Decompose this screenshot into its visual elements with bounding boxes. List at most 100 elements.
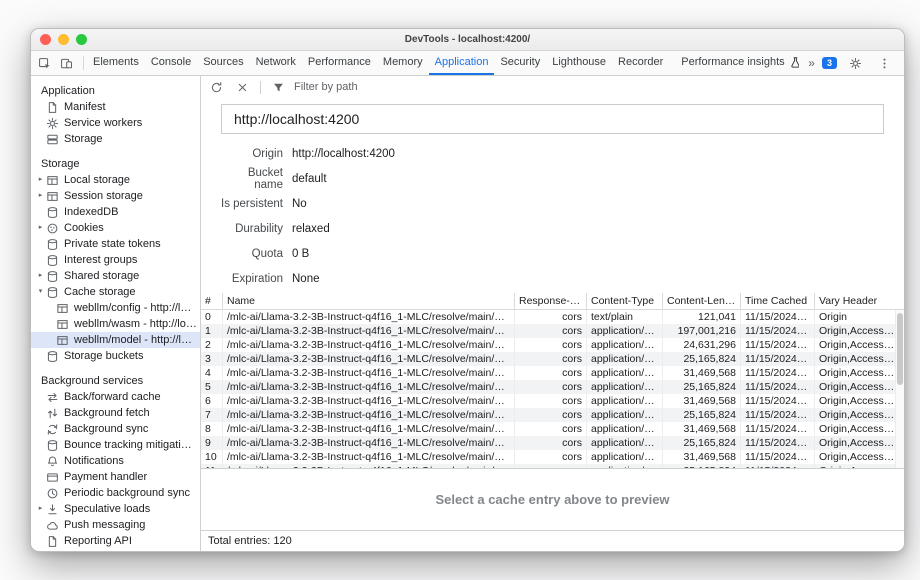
cache-entry-row[interactable]: 9/mlc-ai/Llama-3.2-3B-Instruct-q4f16_1-M… [201,436,904,450]
sidebar-item-session-storage[interactable]: ▸Session storage [31,188,200,204]
tab-recorder[interactable]: Recorder [612,51,669,75]
sidebar-item-webllm-config-http-loc[interactable]: webllm/config - http://loc… [31,300,200,316]
cache-entry-row[interactable]: 0/mlc-ai/Llama-3.2-3B-Instruct-q4f16_1-M… [201,310,904,324]
settings-gear-icon[interactable] [845,54,866,73]
column-header-response-type[interactable]: Response-Type [515,293,587,309]
sidebar-item-speculative-loads[interactable]: ▸Speculative loads [31,501,200,517]
cache-entry-row[interactable]: 6/mlc-ai/Llama-3.2-3B-Instruct-q4f16_1-M… [201,394,904,408]
sidebar-item-storage-buckets[interactable]: Storage buckets [31,348,200,364]
tab-performance-insights[interactable]: Performance insights [675,51,799,75]
tab-memory[interactable]: Memory [377,51,429,75]
devtools-body: ApplicationManifestService workersStorag… [31,76,904,551]
sidebar-item-storage[interactable]: Storage [31,131,200,147]
cell-content-length: 31,469,568 [663,422,741,436]
more-tabs-chevron-icon[interactable]: » [808,56,814,70]
column-header-vary-header[interactable]: Vary Header [815,293,904,309]
tab-application[interactable]: Application [429,51,495,75]
tab-security[interactable]: Security [494,51,546,75]
cache-origin-title: http://localhost:4200 [221,104,884,134]
close-window-button[interactable] [40,34,51,45]
cell-content-length: 24,631,296 [663,338,741,352]
cell-content-type: application/oc… [587,352,663,366]
sidebar-item-shared-storage[interactable]: ▸Shared storage [31,268,200,284]
sidebar-item-bounce-tracking-mitigations[interactable]: Bounce tracking mitigations [31,437,200,453]
cookie-icon [46,222,59,235]
sidebar-item-service-workers[interactable]: Service workers [31,115,200,131]
sidebar-item-label: Private state tokens [64,236,161,252]
sidebar-item-manifest[interactable]: Manifest [31,99,200,115]
cell-time-cached: 11/15/2024, 10… [741,366,815,380]
cache-entry-row[interactable]: 10/mlc-ai/Llama-3.2-3B-Instruct-q4f16_1-… [201,450,904,464]
tab-lighthouse[interactable]: Lighthouse [546,51,612,75]
sidebar-item-reporting-api[interactable]: Reporting API [31,533,200,549]
cache-entry-row[interactable]: 4/mlc-ai/Llama-3.2-3B-Instruct-q4f16_1-M… [201,366,904,380]
cell-content-type: application/oc… [587,422,663,436]
minimize-window-button[interactable] [58,34,69,45]
chevron-right-icon[interactable]: ▸ [35,268,46,284]
sidebar-item-label: Storage [64,131,103,147]
column-header-content-length[interactable]: Content-Length [663,293,741,309]
chevron-down-icon[interactable]: ▾ [35,284,46,300]
tab-elements[interactable]: Elements [87,51,145,75]
cell-response-type: cors [515,394,587,408]
sidebar-item-background-sync[interactable]: Background sync [31,421,200,437]
refresh-icon[interactable] [206,78,227,97]
tab-performance[interactable]: Performance [302,51,377,75]
sidebar-item-periodic-background-sync[interactable]: Periodic background sync [31,485,200,501]
sidebar-item-notifications[interactable]: Notifications [31,453,200,469]
chevron-right-icon[interactable]: ▸ [35,172,46,188]
report-field-origin: Originhttp://localhost:4200 [221,141,884,166]
device-toolbar-icon[interactable] [56,54,77,73]
tab-console[interactable]: Console [145,51,197,75]
inspect-element-icon[interactable] [34,54,55,73]
cell-time-cached: 11/15/2024, 10… [741,450,815,464]
cell-vary-header: Origin,Access… [815,338,904,352]
cache-entry-row[interactable]: 2/mlc-ai/Llama-3.2-3B-Instruct-q4f16_1-M… [201,338,904,352]
cache-entry-row[interactable]: 7/mlc-ai/Llama-3.2-3B-Instruct-q4f16_1-M… [201,408,904,422]
column-header-time-cached[interactable]: Time Cached [741,293,815,309]
cache-entry-row[interactable]: 5/mlc-ai/Llama-3.2-3B-Instruct-q4f16_1-M… [201,380,904,394]
delete-selected-icon[interactable] [232,78,253,97]
sidebar-item-push-messaging[interactable]: Push messaging [31,517,200,533]
chevron-right-icon[interactable]: ▸ [35,501,46,517]
column-header-index[interactable]: # [201,293,223,309]
sidebar-item-interest-groups[interactable]: Interest groups [31,252,200,268]
sidebar-item-webllm-model-http-loc[interactable]: webllm/model - http://loc… [31,332,200,348]
cache-entry-row[interactable]: 11/mlc-ai/Llama-3.2-3B-Instruct-q4f16_1-… [201,464,904,469]
cell-vary-header: Origin,Access… [815,324,904,338]
cache-entry-row[interactable]: 3/mlc-ai/Llama-3.2-3B-Instruct-q4f16_1-M… [201,352,904,366]
sidebar-item-label: Interest groups [64,252,137,268]
console-messages-badge[interactable]: 3 [822,57,837,69]
chevron-right-icon[interactable]: ▸ [35,220,46,236]
scrollbar-thumb[interactable] [897,313,903,385]
cell-vary-header: Origin,Access… [815,408,904,422]
tab-sources[interactable]: Sources [197,51,249,75]
kebab-menu-icon[interactable] [874,54,895,73]
column-header-content-type[interactable]: Content-Type [587,293,663,309]
cache-entry-row[interactable]: 8/mlc-ai/Llama-3.2-3B-Instruct-q4f16_1-M… [201,422,904,436]
chevron-right-icon[interactable]: ▸ [35,188,46,204]
cache-report: http://localhost:4200 Originhttp://local… [201,98,904,293]
sidebar-item-webllm-wasm-http-loca[interactable]: webllm/wasm - http://loca… [31,316,200,332]
sidebar-item-background-fetch[interactable]: Background fetch [31,405,200,421]
sidebar-item-cookies[interactable]: ▸Cookies [31,220,200,236]
sidebar-item-label: Back/forward cache [64,389,161,405]
table-scrollbar[interactable] [895,310,904,468]
database-icon [46,254,59,267]
cell-name: /mlc-ai/Llama-3.2-3B-Instruct-q4f16_1-ML… [223,464,515,469]
tab-network[interactable]: Network [250,51,302,75]
sidebar-item-private-state-tokens[interactable]: Private state tokens [31,236,200,252]
cache-metadata: Originhttp://localhost:4200Bucket namede… [221,134,884,293]
column-header-name[interactable]: Name [223,293,515,309]
filter-by-path-input[interactable] [294,81,444,93]
window-title: DevTools - localhost:4200/ [405,34,530,45]
zoom-window-button[interactable] [76,34,87,45]
sidebar-item-local-storage[interactable]: ▸Local storage [31,172,200,188]
cell-name: /mlc-ai/Llama-3.2-3B-Instruct-q4f16_1-ML… [223,408,515,422]
sidebar-item-payment-handler[interactable]: Payment handler [31,469,200,485]
sidebar-item-back-forward-cache[interactable]: Back/forward cache [31,389,200,405]
cache-entry-row[interactable]: 1/mlc-ai/Llama-3.2-3B-Instruct-q4f16_1-M… [201,324,904,338]
sidebar-item-cache-storage[interactable]: ▾Cache storage [31,284,200,300]
sidebar-item-indexeddb[interactable]: IndexedDB [31,204,200,220]
download-arrow-icon [46,503,59,516]
